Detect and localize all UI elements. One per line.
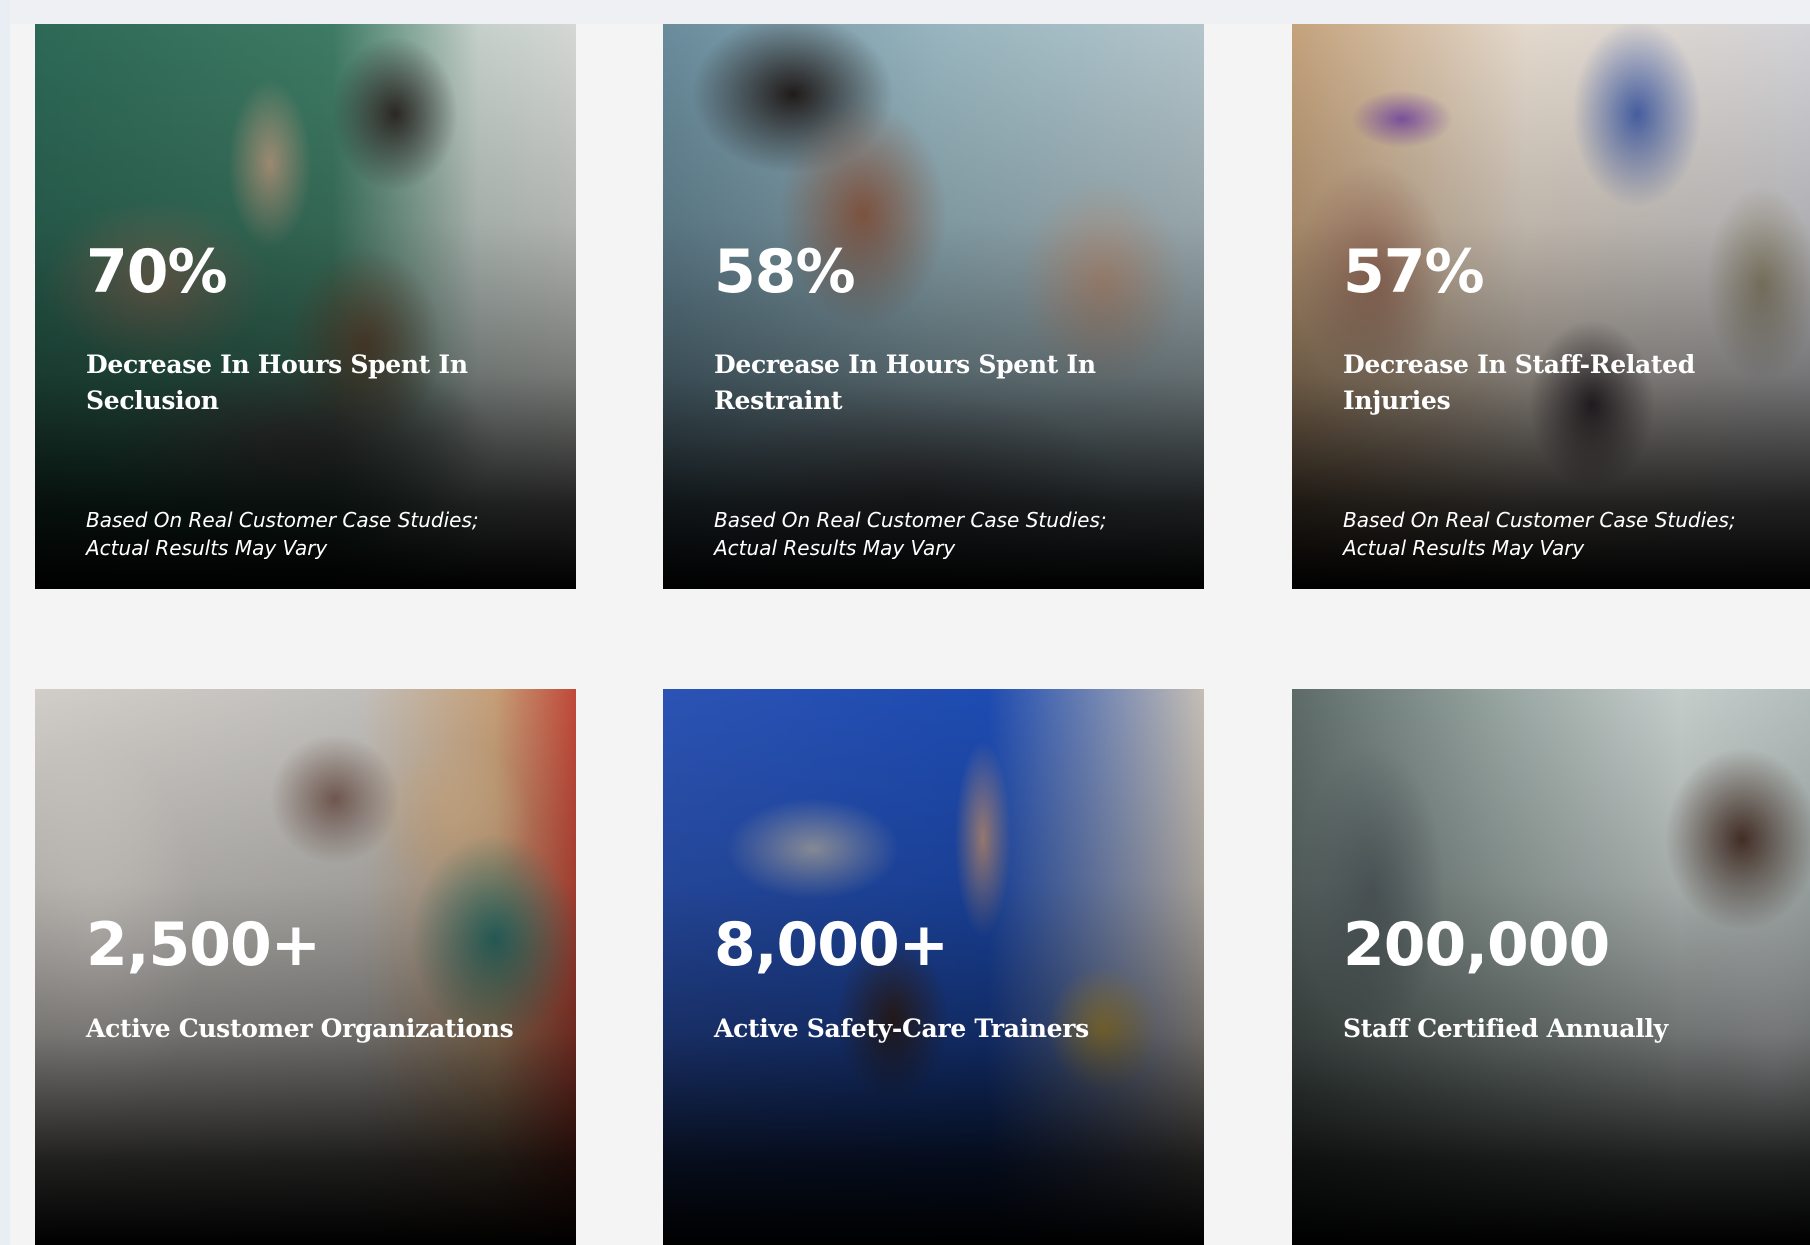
left-edge: [0, 0, 10, 1245]
stat-label: Active Customer Organizations: [86, 1014, 514, 1043]
stat-label: Decrease In Hours Spent In Restraint: [714, 350, 1096, 415]
stat-card-injuries: 57% Decrease In Staff-Related Injuries B…: [1292, 24, 1810, 589]
stat-value: 57%: [1343, 237, 1485, 307]
stat-card-seclusion: 70% Decrease In Hours Spent In Seclusion…: [35, 24, 576, 589]
stat-value: 58%: [714, 237, 856, 307]
stat-card-restraint: 58% Decrease In Hours Spent In Restraint…: [663, 24, 1204, 589]
stat-card-organizations: 2,500+ Active Customer Organizations: [35, 689, 576, 1245]
stat-label: Decrease In Staff-Related Injuries: [1343, 350, 1695, 415]
stat-value: 2,500+: [86, 910, 321, 980]
stat-card-certified: 200,000 Staff Certified Annually: [1292, 689, 1810, 1245]
top-edge: [0, 0, 1810, 24]
stat-disclaimer: Based On Real Customer Case Studies; Act…: [714, 508, 1107, 560]
stat-value: 200,000: [1343, 910, 1610, 980]
stat-label: Active Safety-Care Trainers: [714, 1014, 1089, 1043]
stat-card-trainers: 8,000+ Active Safety-Care Trainers: [663, 689, 1204, 1245]
stat-label: Staff Certified Annually: [1343, 1014, 1668, 1043]
stat-disclaimer: Based On Real Customer Case Studies; Act…: [1343, 508, 1736, 560]
stat-disclaimer: Based On Real Customer Case Studies; Act…: [86, 508, 479, 560]
stat-value: 70%: [86, 237, 228, 307]
stat-label: Decrease In Hours Spent In Seclusion: [86, 350, 468, 415]
stat-value: 8,000+: [714, 910, 949, 980]
